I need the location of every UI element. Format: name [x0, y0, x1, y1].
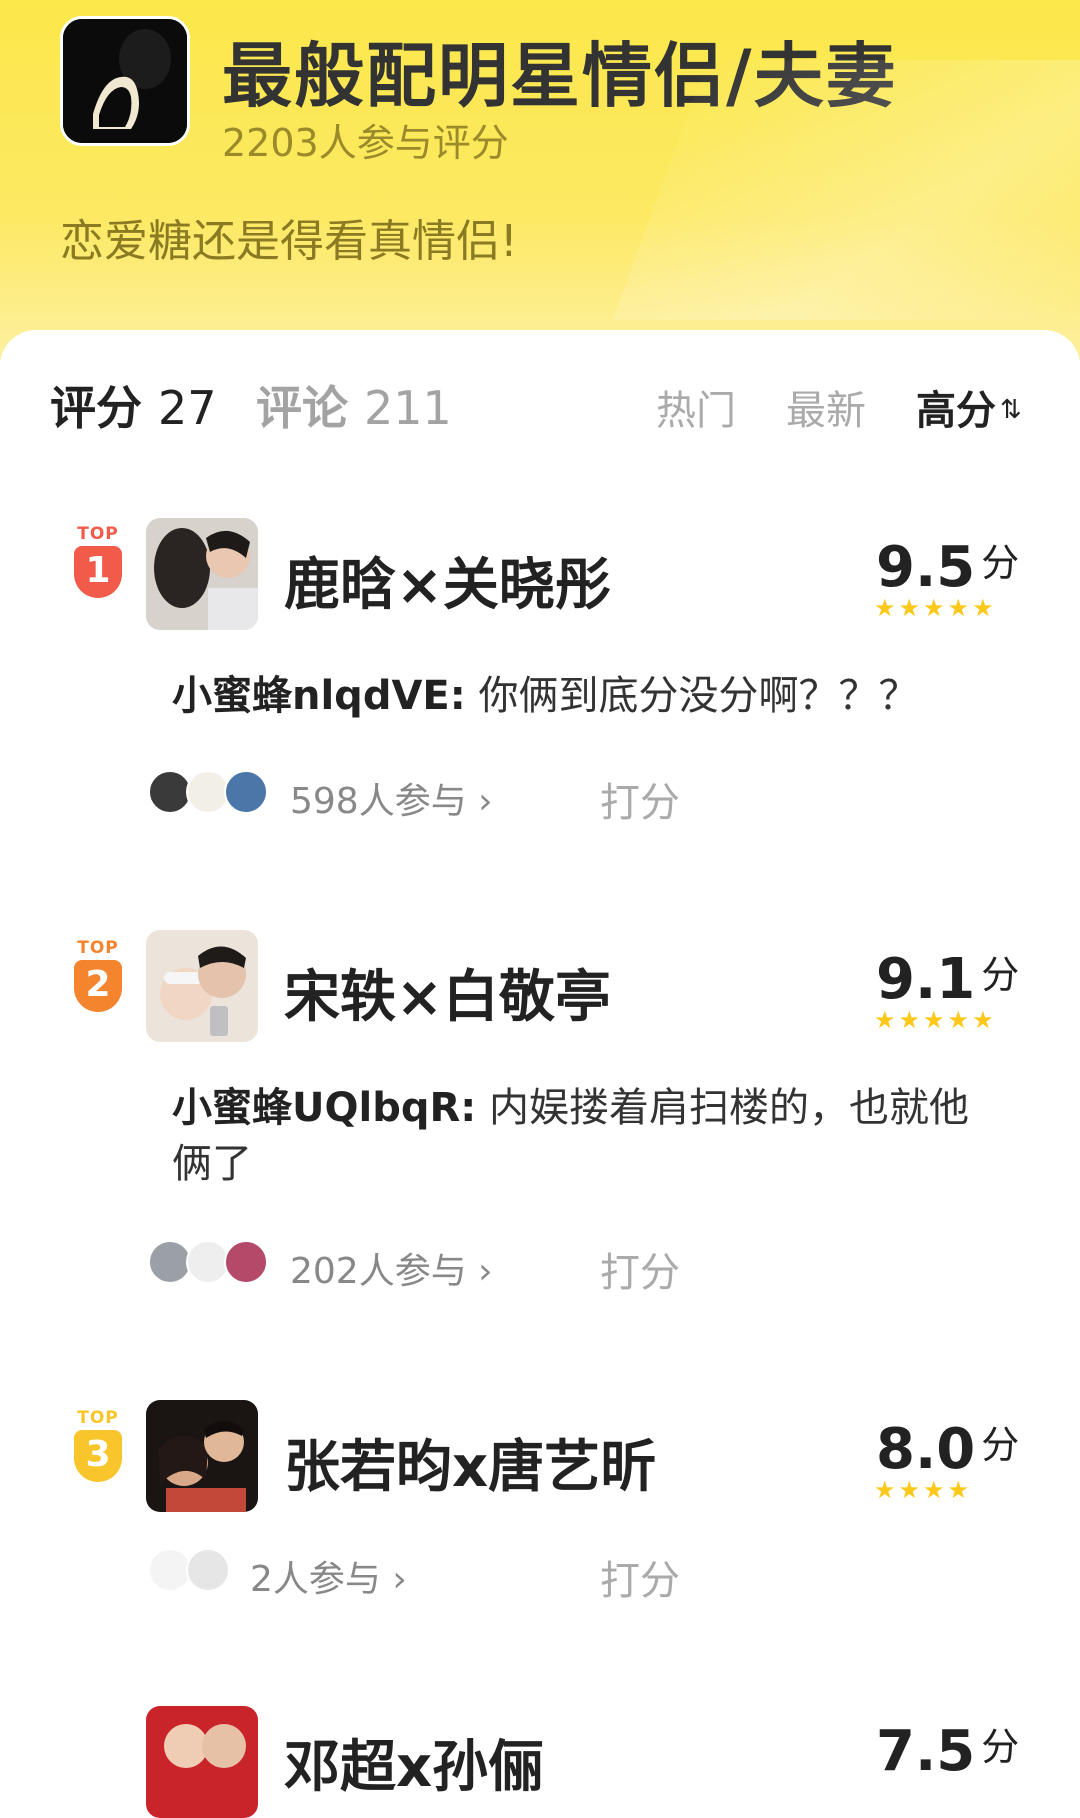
topic-cover-image	[60, 16, 190, 146]
score-unit: 分	[981, 953, 1020, 997]
score-unit: 分	[981, 1725, 1020, 1769]
couple-name[interactable]: 张若昀x唐艺昕	[284, 1422, 656, 1503]
rank-badge: TOP 3	[68, 1408, 128, 1488]
score-unit: 分	[981, 1423, 1020, 1467]
sort-high[interactable]: 高分 ⇅	[916, 378, 1022, 436]
topic-slogan: 恋爱糖还是得看真情侣!	[60, 216, 518, 267]
rate-button[interactable]: 打分	[600, 1548, 680, 1606]
top-comment[interactable]: 小蜜蜂UQlbqR: 内娱搂着肩扫楼的，也就他俩了	[172, 1080, 992, 1192]
comment-text: 你俩到底分没分啊？？？	[478, 673, 919, 719]
photo-thumbnail-icon	[146, 1706, 258, 1818]
sort-toggle-icon: ⇅	[1000, 395, 1022, 425]
star-rating: ★★★★	[874, 1476, 973, 1504]
avatar	[186, 1548, 230, 1592]
couple-silhouette-icon	[63, 19, 187, 143]
comment-user: 小蜜蜂UQlbqR:	[172, 1085, 477, 1131]
rank-number: 2	[74, 960, 122, 1012]
tab-comment-count: 211	[364, 381, 452, 435]
tab-score[interactable]: 评分 27	[50, 372, 217, 438]
score-number: 8.0	[876, 1417, 976, 1482]
score-value: 9.5 分	[876, 532, 1019, 600]
participant-avatars	[148, 1240, 288, 1286]
top-comment[interactable]: 小蜜蜂nlqdVE: 你俩到底分没分啊？？？	[172, 668, 992, 724]
couple-photo[interactable]	[146, 1400, 258, 1512]
sort-new[interactable]: 最新	[786, 378, 866, 436]
score-unit: 分	[981, 541, 1020, 585]
couple-name[interactable]: 鹿晗×关晓彤	[284, 540, 611, 621]
couple-name[interactable]: 邓超x孙俪	[284, 1722, 544, 1803]
participants-link[interactable]: 202人参与 ›	[290, 1242, 493, 1294]
avatar	[224, 1240, 268, 1284]
rank-top-label: TOP	[77, 1408, 119, 1428]
rate-button[interactable]: 打分	[600, 770, 680, 828]
rate-button[interactable]: 打分	[600, 1240, 680, 1298]
tab-comment[interactable]: 评论 211	[256, 372, 452, 438]
couple-photo[interactable]	[146, 930, 258, 1042]
topic-title: 最般配明星情侣/夫妻	[222, 35, 898, 117]
rank-number: 3	[74, 1430, 122, 1482]
tab-score-label: 评分	[50, 381, 142, 435]
score-number: 7.5	[876, 1719, 976, 1784]
photo-thumbnail-icon	[146, 930, 258, 1042]
avatar	[224, 770, 268, 814]
couple-photo[interactable]	[146, 518, 258, 630]
score-value: 7.5 分	[876, 1716, 1019, 1784]
participants-link[interactable]: 598人参与 ›	[290, 772, 493, 824]
sort-hot[interactable]: 热门	[656, 378, 736, 436]
participant-count: 2203人参与评分	[222, 121, 509, 165]
score-value: 9.1 分	[876, 944, 1019, 1012]
rank-top-label: TOP	[77, 938, 119, 958]
sort-high-label: 高分	[916, 388, 996, 434]
topic-header: 最般配明星情侣/夫妻 2203人参与评分 恋爱糖还是得看真情侣!	[0, 0, 1080, 360]
rank-badge: TOP 2	[68, 938, 128, 1018]
participants-link[interactable]: 2人参与 ›	[250, 1550, 407, 1602]
tab-score-count: 27	[158, 381, 217, 435]
star-rating: ★★★★★	[874, 594, 997, 622]
score-number: 9.1	[876, 947, 976, 1012]
participant-avatars	[148, 770, 288, 816]
star-rating: ★★★★★	[874, 1006, 997, 1034]
rank-badge: TOP 1	[68, 524, 128, 604]
photo-thumbnail-icon	[146, 518, 258, 630]
couple-name[interactable]: 宋轶×白敬亭	[284, 952, 611, 1033]
photo-thumbnail-icon	[146, 1400, 258, 1512]
rank-top-label: TOP	[77, 524, 119, 544]
score-number: 9.5	[876, 535, 976, 600]
comment-user: 小蜜蜂nlqdVE:	[172, 673, 466, 719]
rank-number: 1	[74, 546, 122, 598]
couple-photo[interactable]	[146, 1706, 258, 1818]
tab-comment-label: 评论	[256, 381, 348, 435]
score-value: 8.0 分	[876, 1414, 1019, 1482]
